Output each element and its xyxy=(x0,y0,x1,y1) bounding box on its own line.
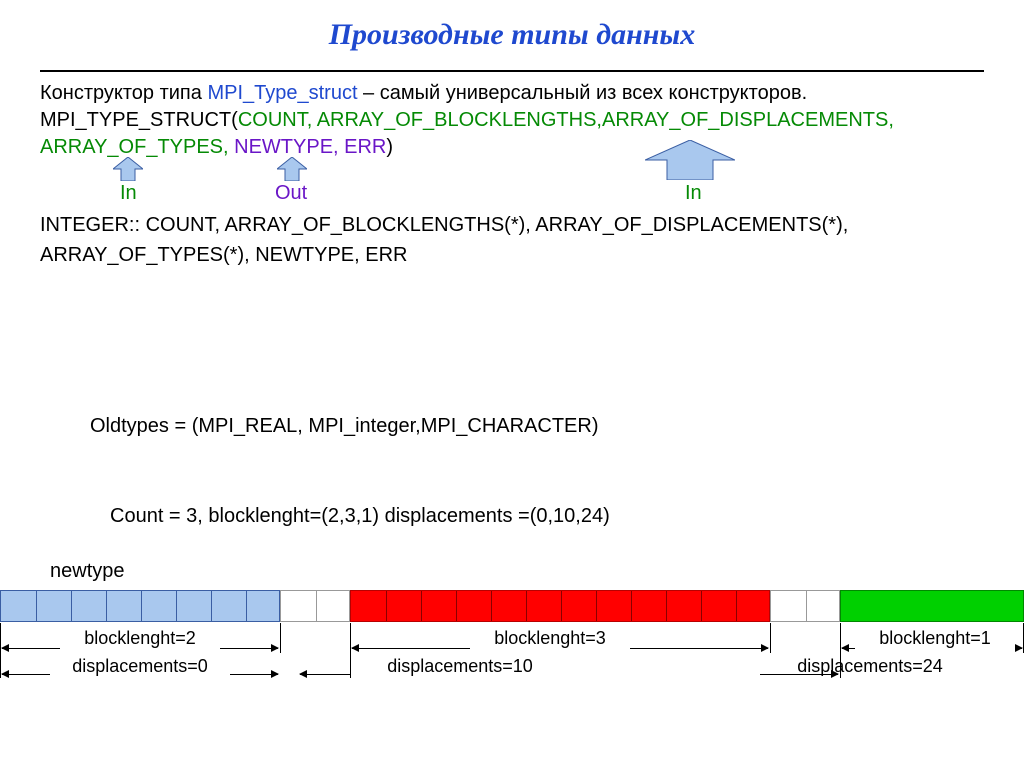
sig-args-out: NEWTYPE, ERR xyxy=(229,136,387,158)
label-in: In xyxy=(120,182,137,205)
intro-prefix: Конструктор типа xyxy=(40,82,207,104)
intro-text: Конструктор типа MPI_Type_struct – самый… xyxy=(40,80,984,161)
memory-diagram: blocklenght=2 blocklenght=3 blocklenght=… xyxy=(0,590,1024,740)
block-character xyxy=(840,590,1024,622)
label-out: Out xyxy=(275,182,307,205)
intro-suffix: – самый универсальный из всех конструкто… xyxy=(358,82,808,104)
dim-bl1: blocklenght=2 xyxy=(60,628,220,649)
divider xyxy=(40,70,984,72)
block-gap xyxy=(280,590,350,622)
label-in: In xyxy=(685,182,702,205)
block-real xyxy=(0,590,280,622)
arrow-up-icon xyxy=(277,157,307,181)
dim-bl2: blocklenght=3 xyxy=(470,628,630,649)
arrow-up-icon xyxy=(645,140,735,180)
count-line: Count = 3, blocklenght=(2,3,1) displacem… xyxy=(110,505,610,528)
decl-line-2: ARRAY_OF_TYPES(*), NEWTYPE, ERR xyxy=(40,244,407,266)
slide-title: Производные типы данных xyxy=(0,18,1024,52)
block-integer xyxy=(350,590,770,622)
block-gap xyxy=(770,590,840,622)
decl-line-1: INTEGER:: COUNT, ARRAY_OF_BLOCKLENGTHS(*… xyxy=(40,214,848,236)
arrow-up-icon xyxy=(113,157,143,181)
slide: Производные типы данных Конструктор типа… xyxy=(0,0,1024,768)
dim-d3: displacements=24 xyxy=(770,656,970,677)
declaration: INTEGER:: COUNT, ARRAY_OF_BLOCKLENGTHS(*… xyxy=(40,210,984,270)
oldtypes-line: Oldtypes = (MPI_REAL, MPI_integer,MPI_CH… xyxy=(90,415,599,438)
sig-close: ) xyxy=(386,136,393,158)
dim-d1: displacements=0 xyxy=(50,656,230,677)
function-name: MPI_Type_struct xyxy=(207,82,357,104)
dim-d2: displacements=10 xyxy=(360,656,560,677)
dim-bl3: blocklenght=1 xyxy=(855,628,1015,649)
newtype-label: newtype xyxy=(50,560,125,583)
sig-head: MPI_TYPE_STRUCT( xyxy=(40,109,238,131)
